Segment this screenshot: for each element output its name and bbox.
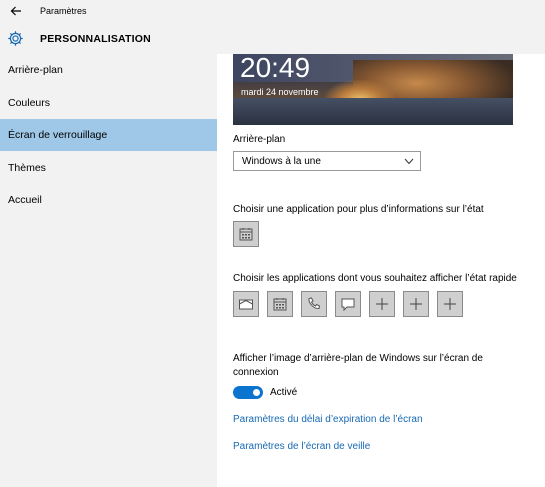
phone-icon: [308, 297, 321, 310]
title-bar: Paramètres: [0, 0, 545, 22]
main-content: 20:49 mardi 24 novembre Arrière-plan Win…: [217, 54, 545, 487]
signin-background-toggle[interactable]: [233, 386, 263, 399]
chevron-down-icon: [404, 158, 414, 165]
plus-icon: [410, 298, 422, 310]
sidebar-item-label: Accueil: [8, 194, 42, 206]
quick-status-app-calendar[interactable]: [267, 291, 293, 317]
screen-timeout-settings-link[interactable]: Paramètres du délai d’expiration de l’éc…: [233, 414, 423, 425]
preview-sea: [233, 98, 513, 125]
quick-status-app-mail[interactable]: [233, 291, 259, 317]
quick-status-add-button-3[interactable]: [437, 291, 463, 317]
calendar-icon: [239, 228, 253, 241]
background-dropdown-value: Windows à la une: [242, 156, 321, 167]
calendar-icon: [273, 298, 287, 311]
lock-screen-preview: 20:49 mardi 24 novembre: [233, 54, 513, 125]
quick-status-app-phone[interactable]: [301, 291, 327, 317]
gear-icon: [7, 30, 24, 47]
page-title: PERSONNALISATION: [40, 33, 151, 45]
arrow-left-icon: [10, 6, 21, 16]
back-button[interactable]: [9, 4, 23, 18]
sidebar-item-label: Thèmes: [8, 162, 46, 174]
quick-status-add-button-1[interactable]: [369, 291, 395, 317]
mail-icon: [239, 299, 253, 310]
plus-icon: [444, 298, 456, 310]
page-header: PERSONNALISATION: [0, 22, 545, 54]
window-title: Paramètres: [40, 6, 87, 16]
detailed-status-label: Choisir une application pour plus d’info…: [233, 204, 484, 215]
quick-status-label: Choisir les applications dont vous souha…: [233, 273, 517, 284]
sidebar-item-themes[interactable]: Thèmes: [0, 152, 217, 184]
toggle-knob: [253, 389, 260, 396]
sidebar-item-label: Écran de verrouillage: [8, 129, 108, 141]
preview-clock: 20:49: [240, 54, 311, 83]
sidebar-item-couleurs[interactable]: Couleurs: [0, 87, 217, 119]
plus-icon: [376, 298, 388, 310]
signin-background-toggle-state: Activé: [270, 387, 298, 398]
sidebar-item-label: Arrière-plan: [8, 64, 63, 76]
sidebar-item-label: Couleurs: [8, 97, 51, 109]
signin-background-label: Afficher l’image d’arrière-plan de Windo…: [233, 353, 483, 378]
sidebar-item-ecran-de-verrouillage[interactable]: Écran de verrouillage: [0, 119, 217, 151]
sidebar-item-arriere-plan[interactable]: Arrière-plan: [0, 54, 217, 86]
background-label: Arrière-plan: [233, 134, 286, 145]
quick-status-app-message[interactable]: [335, 291, 361, 317]
background-dropdown[interactable]: Windows à la une: [233, 151, 421, 171]
message-icon: [341, 298, 355, 312]
detailed-status-app-button[interactable]: [233, 221, 259, 247]
preview-date: mardi 24 novembre: [241, 87, 319, 97]
sidebar-item-accueil[interactable]: Accueil: [0, 184, 217, 216]
sidebar: Arrière-plan Couleurs Écran de verrouill…: [0, 54, 217, 487]
screensaver-settings-link[interactable]: Paramètres de l’écran de veille: [233, 441, 370, 452]
quick-status-add-button-2[interactable]: [403, 291, 429, 317]
